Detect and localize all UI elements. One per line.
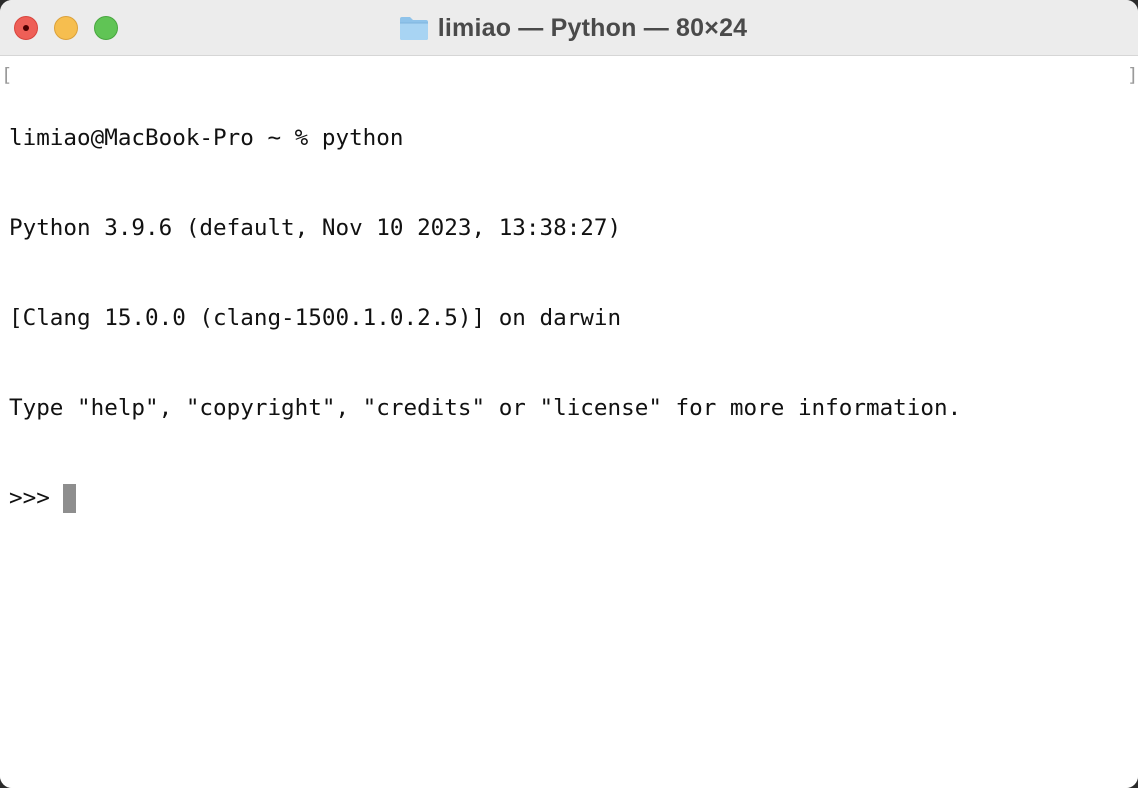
terminal-content[interactable]: [ ] limiao@MacBook-Pro ~ % python Python… bbox=[0, 57, 1138, 788]
output-line: [Clang 15.0.0 (clang-1500.1.0.2.5)] on d… bbox=[9, 305, 622, 331]
output-line: limiao@MacBook-Pro ~ % python bbox=[9, 125, 404, 151]
window-title-group: limiao — Python — 80×24 bbox=[0, 0, 1138, 56]
output-line: Python 3.9.6 (default, Nov 10 2023, 13:3… bbox=[9, 215, 622, 241]
terminal-output: limiao@MacBook-Pro ~ % python Python 3.9… bbox=[9, 63, 961, 573]
text-cursor bbox=[63, 484, 77, 513]
python-prompt: >>> bbox=[9, 485, 64, 511]
output-line: Type "help", "copyright", "credits" or "… bbox=[9, 395, 962, 421]
title-bar[interactable]: limiao — Python — 80×24 bbox=[0, 0, 1138, 56]
mark-right: ] bbox=[1127, 64, 1138, 86]
folder-icon bbox=[399, 17, 428, 40]
window-title: limiao — Python — 80×24 bbox=[437, 13, 748, 42]
terminal-window: limiao — Python — 80×24 [ ] limiao@MacBo… bbox=[0, 0, 1138, 788]
prompt-line[interactable]: >>> bbox=[9, 483, 961, 513]
